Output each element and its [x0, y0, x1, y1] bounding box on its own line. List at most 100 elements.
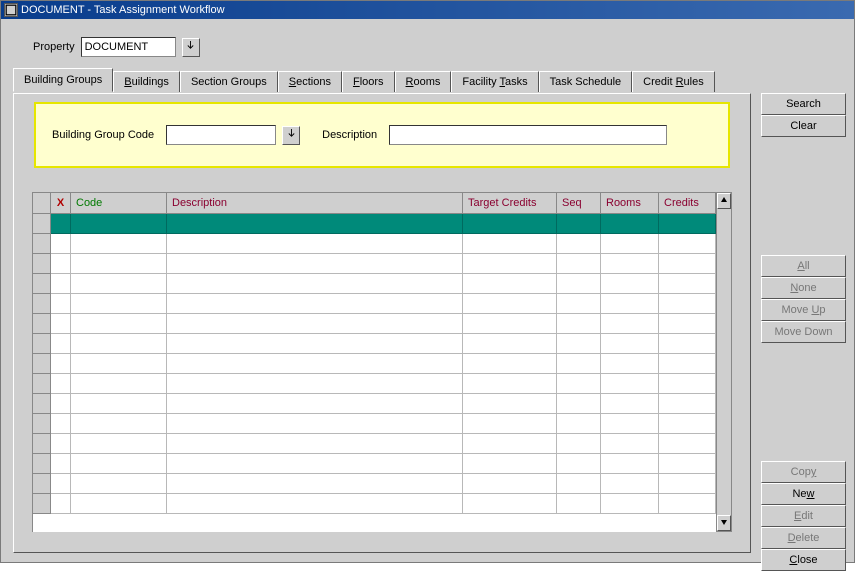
cell-target[interactable]	[463, 454, 557, 474]
cell-credits[interactable]	[659, 454, 716, 474]
cell-credits[interactable]	[659, 254, 716, 274]
cell-desc[interactable]	[167, 394, 463, 414]
cell-rooms[interactable]	[601, 214, 659, 234]
cell-code[interactable]	[71, 374, 167, 394]
cell-target[interactable]	[463, 374, 557, 394]
grid-selected-row[interactable]	[33, 214, 716, 234]
table-row[interactable]	[33, 294, 716, 314]
building-group-code-input[interactable]	[166, 125, 276, 145]
cell-x[interactable]	[51, 234, 71, 254]
cell-desc[interactable]	[167, 354, 463, 374]
cell-seq[interactable]	[557, 354, 601, 374]
cell-rooms[interactable]	[601, 474, 659, 494]
all-button[interactable]: All	[761, 255, 846, 277]
cell-code[interactable]	[71, 234, 167, 254]
cell-seq[interactable]	[557, 434, 601, 454]
cell-desc[interactable]	[167, 214, 463, 234]
cell-code[interactable]	[71, 214, 167, 234]
cell-x[interactable]	[51, 394, 71, 414]
cell-desc[interactable]	[167, 454, 463, 474]
cell-target[interactable]	[463, 234, 557, 254]
cell-seq[interactable]	[557, 214, 601, 234]
tab-section-groups[interactable]: Section Groups	[180, 71, 278, 92]
close-button[interactable]: Close	[761, 549, 846, 571]
cell-target[interactable]	[463, 354, 557, 374]
delete-button[interactable]: Delete	[761, 527, 846, 549]
cell-target[interactable]	[463, 294, 557, 314]
cell-x[interactable]	[51, 494, 71, 514]
cell-target[interactable]	[463, 394, 557, 414]
cell-credits[interactable]	[659, 354, 716, 374]
edit-button[interactable]: Edit	[761, 505, 846, 527]
table-row[interactable]	[33, 454, 716, 474]
cell-desc[interactable]	[167, 234, 463, 254]
property-input[interactable]	[81, 37, 176, 57]
copy-button[interactable]: Copy	[761, 461, 846, 483]
cell-credits[interactable]	[659, 394, 716, 414]
table-row[interactable]	[33, 394, 716, 414]
cell-rooms[interactable]	[601, 314, 659, 334]
table-row[interactable]	[33, 314, 716, 334]
cell-rooms[interactable]	[601, 434, 659, 454]
cell-seq[interactable]	[557, 494, 601, 514]
search-button[interactable]: Search	[761, 93, 846, 115]
cell-target[interactable]	[463, 254, 557, 274]
cell-rooms[interactable]	[601, 334, 659, 354]
cell-rooms[interactable]	[601, 394, 659, 414]
cell-desc[interactable]	[167, 474, 463, 494]
cell-target[interactable]	[463, 434, 557, 454]
cell-target[interactable]	[463, 314, 557, 334]
cell-x[interactable]	[51, 434, 71, 454]
cell-x[interactable]	[51, 354, 71, 374]
cell-code[interactable]	[71, 294, 167, 314]
cell-rooms[interactable]	[601, 294, 659, 314]
cell-rooms[interactable]	[601, 374, 659, 394]
cell-target[interactable]	[463, 274, 557, 294]
tab-building-groups[interactable]: Building Groups	[13, 68, 113, 92]
table-row[interactable]	[33, 334, 716, 354]
cell-seq[interactable]	[557, 254, 601, 274]
cell-rooms[interactable]	[601, 234, 659, 254]
cell-desc[interactable]	[167, 314, 463, 334]
cell-target[interactable]	[463, 414, 557, 434]
move-down-button[interactable]: Move Down	[761, 321, 846, 343]
cell-credits[interactable]	[659, 494, 716, 514]
cell-credits[interactable]	[659, 434, 716, 454]
grid-scrollbar[interactable]	[716, 192, 732, 532]
cell-x[interactable]	[51, 374, 71, 394]
property-dropdown-button[interactable]	[182, 38, 200, 57]
cell-x[interactable]	[51, 294, 71, 314]
cell-rooms[interactable]	[601, 354, 659, 374]
cell-rooms[interactable]	[601, 274, 659, 294]
cell-desc[interactable]	[167, 334, 463, 354]
cell-desc[interactable]	[167, 434, 463, 454]
cell-seq[interactable]	[557, 374, 601, 394]
cell-x[interactable]	[51, 254, 71, 274]
cell-rooms[interactable]	[601, 494, 659, 514]
cell-code[interactable]	[71, 474, 167, 494]
cell-desc[interactable]	[167, 494, 463, 514]
building-group-code-dropdown-button[interactable]	[282, 126, 300, 145]
clear-button[interactable]: Clear	[761, 115, 846, 137]
cell-desc[interactable]	[167, 274, 463, 294]
cell-credits[interactable]	[659, 214, 716, 234]
results-grid[interactable]: XCodeDescriptionTarget CreditsSeqRoomsCr…	[32, 192, 716, 532]
cell-target[interactable]	[463, 494, 557, 514]
cell-rooms[interactable]	[601, 454, 659, 474]
cell-x[interactable]	[51, 274, 71, 294]
cell-credits[interactable]	[659, 274, 716, 294]
scroll-up-button[interactable]	[717, 193, 731, 209]
cell-seq[interactable]	[557, 414, 601, 434]
cell-x[interactable]	[51, 414, 71, 434]
cell-seq[interactable]	[557, 474, 601, 494]
cell-code[interactable]	[71, 314, 167, 334]
cell-code[interactable]	[71, 254, 167, 274]
column-header-x[interactable]: X	[51, 193, 71, 214]
table-row[interactable]	[33, 434, 716, 454]
cell-credits[interactable]	[659, 334, 716, 354]
cell-code[interactable]	[71, 334, 167, 354]
cell-code[interactable]	[71, 274, 167, 294]
cell-seq[interactable]	[557, 314, 601, 334]
column-header-seq[interactable]: Seq	[557, 193, 601, 214]
cell-seq[interactable]	[557, 294, 601, 314]
